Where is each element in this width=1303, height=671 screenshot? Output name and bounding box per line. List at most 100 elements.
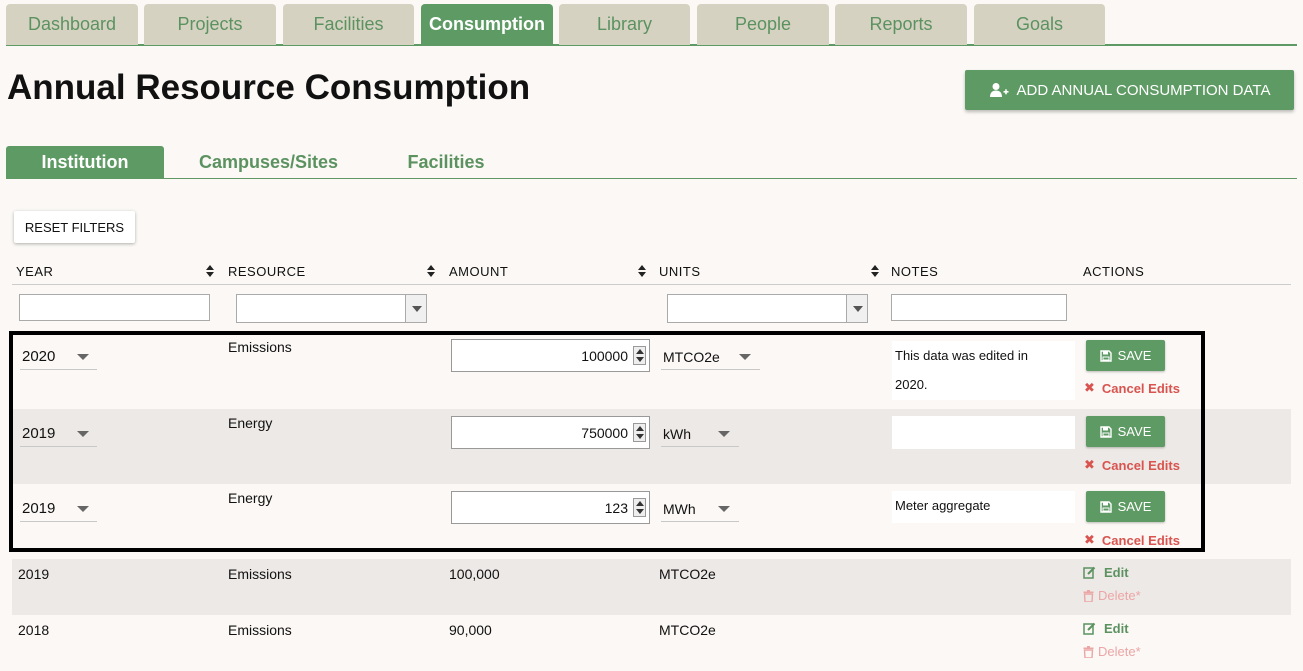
tab-reports[interactable]: Reports [835, 4, 967, 45]
reset-filters-button[interactable]: RESET FILTERS [14, 211, 135, 243]
year-value: 2018 [18, 622, 50, 638]
notes-input[interactable]: This data was edited in 2020. [892, 341, 1075, 400]
header-notes[interactable]: NOTES [891, 264, 938, 279]
trash-icon [1083, 645, 1094, 658]
amount-value: 123 [604, 500, 628, 516]
year-select[interactable]: 2019 [20, 419, 97, 447]
spinner-icon[interactable] [633, 423, 646, 442]
cancel-edits-link[interactable]: ✖ Cancel Edits [1084, 532, 1180, 548]
year-value: 2020 [22, 348, 56, 365]
notes-line: Meter aggregate [895, 498, 991, 513]
sort-icon[interactable] [871, 265, 880, 278]
subtab-facilities[interactable]: Facilities [401, 146, 491, 178]
caret-down-icon [718, 506, 730, 512]
save-button[interactable]: SAVE [1086, 491, 1165, 522]
units-value: MTCO2e [659, 622, 716, 638]
scope-tabs: Institution Campuses/Sites Facilities [6, 146, 1297, 179]
table-row: 2018 Emissions 90,000 MTCO2e Edit Delete… [12, 615, 1291, 671]
chevron-down-icon [405, 295, 426, 322]
tab-projects[interactable]: Projects [144, 4, 276, 45]
floppy-disk-icon [1099, 500, 1112, 513]
edit-link[interactable]: Edit [1083, 621, 1129, 636]
amount-value: 90,000 [449, 622, 492, 638]
units-value: MWh [663, 501, 696, 517]
resource-value: Emissions [228, 622, 292, 638]
header-actions: ACTIONS [1083, 264, 1145, 279]
delete-link[interactable]: Delete* [1083, 644, 1141, 659]
header-units[interactable]: UNITS [659, 264, 701, 279]
delete-label: Delete* [1098, 588, 1141, 603]
table-row-editing: 2019 Energy 750000 kWh SAVE ✖ Cancel Edi… [12, 409, 1291, 484]
close-icon: ✖ [1084, 457, 1095, 472]
amount-value: 750000 [581, 425, 628, 441]
spinner-icon[interactable] [633, 498, 646, 517]
tab-library[interactable]: Library [559, 4, 690, 45]
resource-value: Emissions [228, 566, 292, 582]
table-row-editing: 2020 Emissions 100000 MTCO2e This data w… [12, 333, 1291, 409]
save-label: SAVE [1117, 424, 1152, 439]
sort-icon[interactable] [427, 265, 436, 278]
tab-dashboard[interactable]: Dashboard [6, 4, 138, 45]
save-label: SAVE [1117, 499, 1152, 514]
table-row: 2019 Emissions 100,000 MTCO2e Edit Delet… [12, 559, 1291, 615]
year-value: 2019 [22, 500, 56, 517]
sort-icon[interactable] [206, 265, 215, 278]
cancel-label: Cancel Edits [1101, 457, 1180, 473]
edit-link[interactable]: Edit [1083, 565, 1129, 580]
edit-label: Edit [1104, 621, 1129, 636]
close-icon: ✖ [1084, 532, 1095, 547]
delete-label: Delete* [1098, 644, 1141, 659]
sort-icon[interactable] [638, 265, 647, 278]
add-consumption-button[interactable]: ADD ANNUAL CONSUMPTION DATA [965, 70, 1294, 110]
floppy-disk-icon [1099, 425, 1112, 438]
year-value: 2019 [22, 425, 56, 442]
header-amount[interactable]: AMOUNT [449, 264, 508, 279]
floppy-disk-icon [1099, 349, 1112, 362]
cancel-edits-link[interactable]: ✖ Cancel Edits [1084, 380, 1180, 396]
tab-facilities[interactable]: Facilities [283, 4, 414, 45]
units-select[interactable]: MTCO2e [661, 342, 760, 370]
notes-input[interactable] [892, 416, 1075, 449]
amount-input[interactable]: 750000 [451, 416, 650, 449]
amount-input[interactable]: 100000 [451, 339, 650, 372]
units-select[interactable]: MWh [661, 494, 739, 522]
units-filter-select[interactable] [667, 294, 868, 323]
year-filter-input[interactable] [19, 294, 210, 321]
amount-input[interactable]: 123 [451, 491, 650, 524]
tab-goals[interactable]: Goals [974, 4, 1105, 45]
main-nav: Dashboard Projects Facilities Consumptio… [6, 4, 1297, 46]
units-select[interactable]: kWh [661, 419, 739, 447]
tab-people[interactable]: People [697, 4, 829, 45]
edit-icon [1083, 566, 1096, 579]
page-title: Annual Resource Consumption [7, 68, 531, 107]
notes-input[interactable]: Meter aggregate [892, 491, 1075, 523]
subtab-campuses-sites[interactable]: Campuses/Sites [196, 146, 341, 178]
header-divider [12, 284, 1291, 285]
year-select[interactable]: 2020 [20, 342, 97, 370]
delete-link[interactable]: Delete* [1083, 588, 1141, 603]
resource-filter-select[interactable] [236, 294, 427, 323]
notes-filter-input[interactable] [891, 294, 1067, 321]
cancel-label: Cancel Edits [1101, 380, 1180, 396]
spinner-icon[interactable] [633, 346, 646, 365]
trash-icon [1083, 589, 1094, 602]
header-year[interactable]: YEAR [16, 264, 53, 279]
subtab-institution[interactable]: Institution [6, 146, 164, 178]
edit-icon [1083, 622, 1096, 635]
notes-line: This data was edited in [895, 348, 1028, 363]
caret-down-icon [739, 354, 751, 360]
units-value: kWh [663, 426, 691, 442]
caret-down-icon [77, 431, 89, 437]
caret-down-icon [718, 431, 730, 437]
cancel-edits-link[interactable]: ✖ Cancel Edits [1084, 457, 1180, 473]
header-resource[interactable]: RESOURCE [228, 264, 306, 279]
save-button[interactable]: SAVE [1086, 340, 1165, 371]
year-select[interactable]: 2019 [20, 494, 97, 522]
add-user-icon [989, 83, 1009, 97]
tab-consumption[interactable]: Consumption [421, 4, 553, 45]
save-button[interactable]: SAVE [1086, 416, 1165, 447]
resource-value: Energy [228, 490, 273, 506]
add-consumption-label: ADD ANNUAL CONSUMPTION DATA [1016, 81, 1271, 99]
units-value: MTCO2e [663, 349, 720, 365]
edit-label: Edit [1104, 565, 1129, 580]
